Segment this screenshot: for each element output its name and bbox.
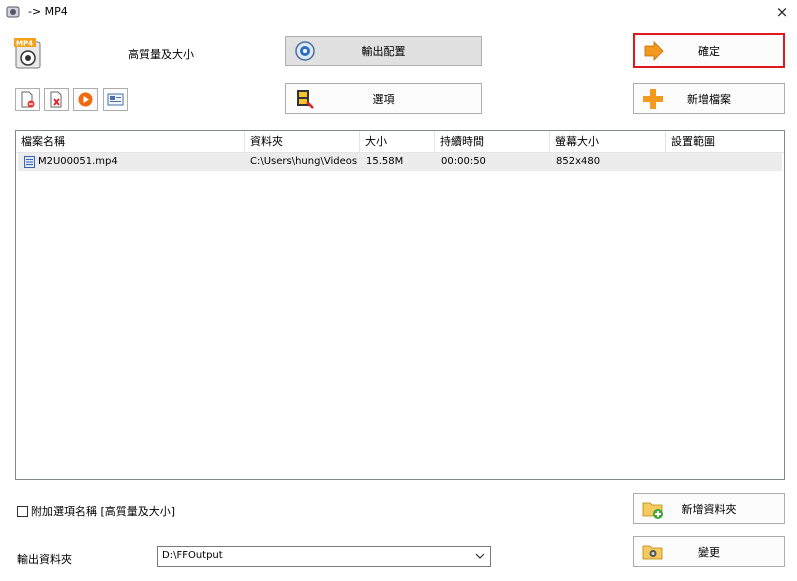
append-option-checkbox-row[interactable]: 附加選項名稱 [高質量及大小] [17, 503, 175, 519]
video-file-icon [24, 156, 35, 168]
remove-file-icon [21, 91, 35, 108]
cell-folder: C:\Users\hung\Videos [250, 156, 358, 167]
add-folder-label: 新增資料夾 [681, 502, 737, 516]
column-header-folder[interactable]: 資料夾 [245, 131, 360, 153]
cell-range [672, 153, 780, 171]
output-settings-button[interactable]: 輸出配置 [285, 36, 482, 66]
output-settings-label: 輸出配置 [361, 45, 406, 58]
column-header-range[interactable]: 設置範圍 [666, 131, 784, 153]
column-header-screen-size[interactable]: 螢幕大小 [550, 131, 666, 153]
append-option-checkbox[interactable] [17, 505, 28, 517]
column-header-size[interactable]: 大小 [360, 131, 435, 153]
title-bar: -> MP4 × [0, 0, 797, 26]
file-list[interactable]: 檔案名稱 資料夾 大小 持續時間 螢幕大小 設置範圍 M2U00051.mp4 … [15, 130, 785, 480]
cell-filename: M2U00051.mp4 [38, 156, 118, 167]
table-row[interactable]: M2U00051.mp4 C:\Users\hung\Videos 15.58M… [18, 153, 782, 171]
add-file-button[interactable]: 新增檔案 [633, 83, 785, 114]
output-folder-dropdown[interactable]: D:\FFOutput [157, 546, 491, 567]
ok-button[interactable]: 確定 [633, 33, 785, 68]
play-button[interactable] [73, 88, 98, 111]
column-header-duration[interactable]: 持續時間 [435, 131, 550, 153]
append-option-label: 附加選項名稱 [高質量及大小] [31, 505, 176, 518]
column-header-filename[interactable]: 檔案名稱 [16, 131, 245, 153]
mp4-format-icon: MP4 [14, 38, 41, 69]
add-folder-button[interactable]: 新增資料夾 [633, 493, 785, 524]
change-folder-button[interactable]: 變更 [633, 536, 785, 567]
options-label: 選項 [372, 92, 395, 106]
remove-file-button[interactable] [15, 88, 40, 111]
play-icon [78, 92, 93, 107]
output-folder-value: D:\FFOutput [162, 550, 223, 561]
cell-duration: 00:00:50 [441, 156, 486, 167]
ok-label: 確定 [698, 44, 720, 58]
clear-list-icon [50, 91, 62, 108]
svg-text:MP4: MP4 [16, 40, 33, 48]
clear-list-button[interactable] [44, 88, 69, 111]
add-file-label: 新增檔案 [687, 92, 731, 106]
media-info-button[interactable] [103, 88, 128, 111]
close-button[interactable]: × [772, 3, 792, 21]
chevron-down-icon [475, 553, 485, 559]
change-label: 變更 [698, 545, 720, 559]
cell-screen-size: 852x480 [556, 156, 601, 167]
output-folder-label: 輸出資料夾 [17, 553, 72, 566]
media-info-icon [107, 93, 124, 106]
options-button[interactable]: 選項 [285, 83, 482, 114]
profile-name: 高質量及大小 [128, 48, 194, 61]
app-icon [6, 6, 20, 18]
cell-size: 15.58M [366, 156, 404, 167]
file-list-header: 檔案名稱 資料夾 大小 持續時間 螢幕大小 設置範圍 [16, 131, 784, 153]
window-title: -> MP4 [28, 5, 68, 18]
